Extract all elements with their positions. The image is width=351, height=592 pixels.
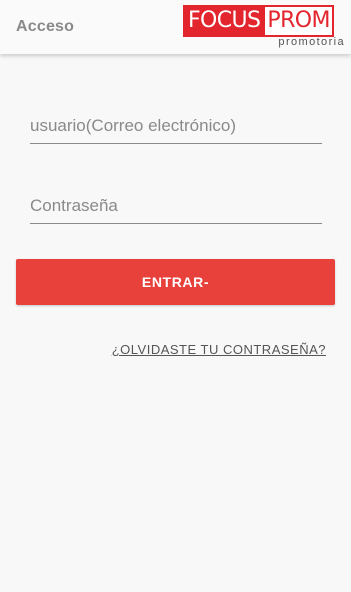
password-field[interactable] xyxy=(30,191,322,224)
logo-text-prom: PROM xyxy=(263,5,334,37)
page-title: Acceso xyxy=(16,18,75,35)
logo-text-focus: FOCUS xyxy=(183,5,264,37)
logo-mark: FOCUS PROM xyxy=(183,5,349,37)
email-field[interactable] xyxy=(30,111,322,144)
focusprom-logo: FOCUS PROM promotoria xyxy=(183,5,349,51)
forgot-password-link[interactable]: ¿OLVIDASTE TU CONTRASEÑA? xyxy=(112,342,326,357)
password-input[interactable] xyxy=(30,191,322,221)
email-input[interactable] xyxy=(30,111,322,141)
logo-subtitle: promotoria xyxy=(278,36,345,48)
app-bar: Acceso FOCUS PROM promotoria xyxy=(0,0,351,54)
login-button[interactable]: ENTRAR- xyxy=(16,259,335,305)
